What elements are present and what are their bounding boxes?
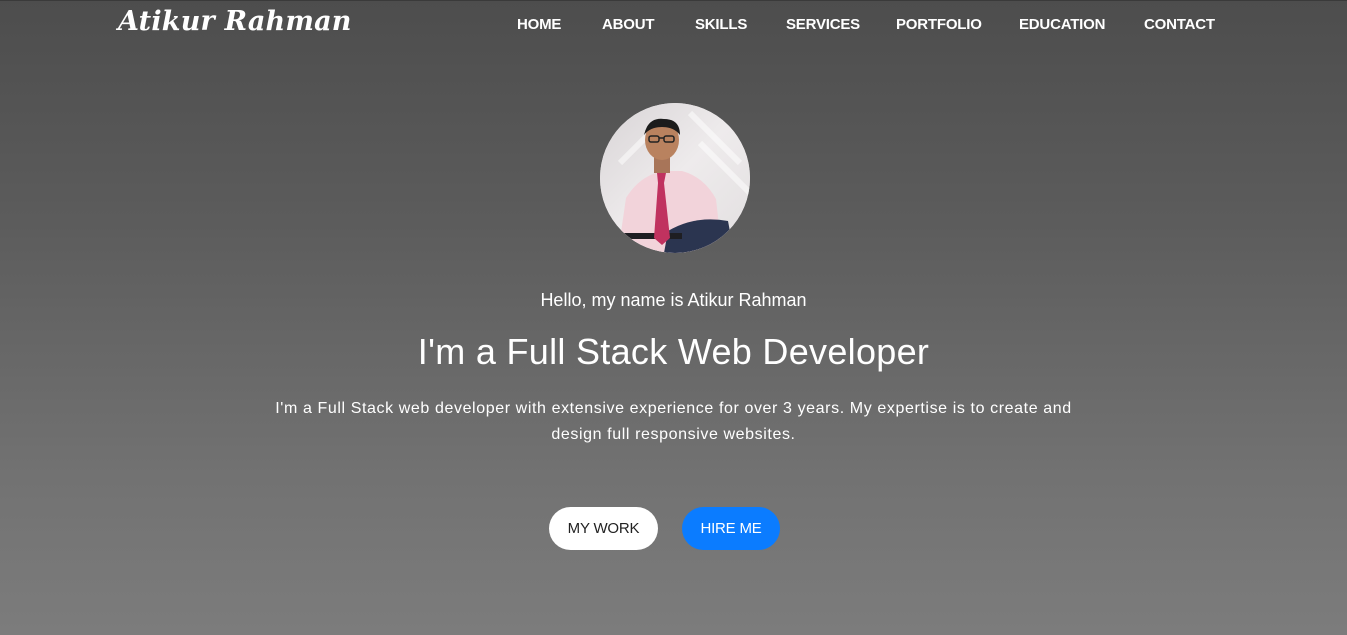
nav-item-contact[interactable]: CONTACT	[1144, 16, 1215, 33]
nav-item-services[interactable]: SERVICES	[786, 16, 860, 33]
profile-photo-icon	[600, 103, 750, 253]
intro-description: I'm a Full Stack web developer with exte…	[275, 400, 1072, 443]
nav-item-education[interactable]: EDUCATION	[1019, 16, 1105, 33]
nav-item-home[interactable]: HOME	[517, 16, 561, 33]
navbar: Atikur Rahman HOME ABOUT SKILLS SERVICES…	[0, 0, 1347, 52]
nav-item-portfolio[interactable]: PORTFOLIO	[896, 16, 982, 33]
main-nav: HOME ABOUT SKILLS SERVICES PORTFOLIO EDU…	[0, 16, 1347, 36]
hire-me-button[interactable]: HIRE ME	[682, 507, 780, 550]
nav-item-skills[interactable]: SKILLS	[695, 16, 747, 33]
greeting: Hello, my name is Atikur Rahman	[540, 290, 807, 310]
page-title: I'm a Full Stack Web Developer	[417, 331, 930, 372]
nav-item-about[interactable]: ABOUT	[602, 16, 655, 33]
avatar	[600, 103, 750, 253]
my-work-button[interactable]: MY WORK	[549, 507, 658, 550]
